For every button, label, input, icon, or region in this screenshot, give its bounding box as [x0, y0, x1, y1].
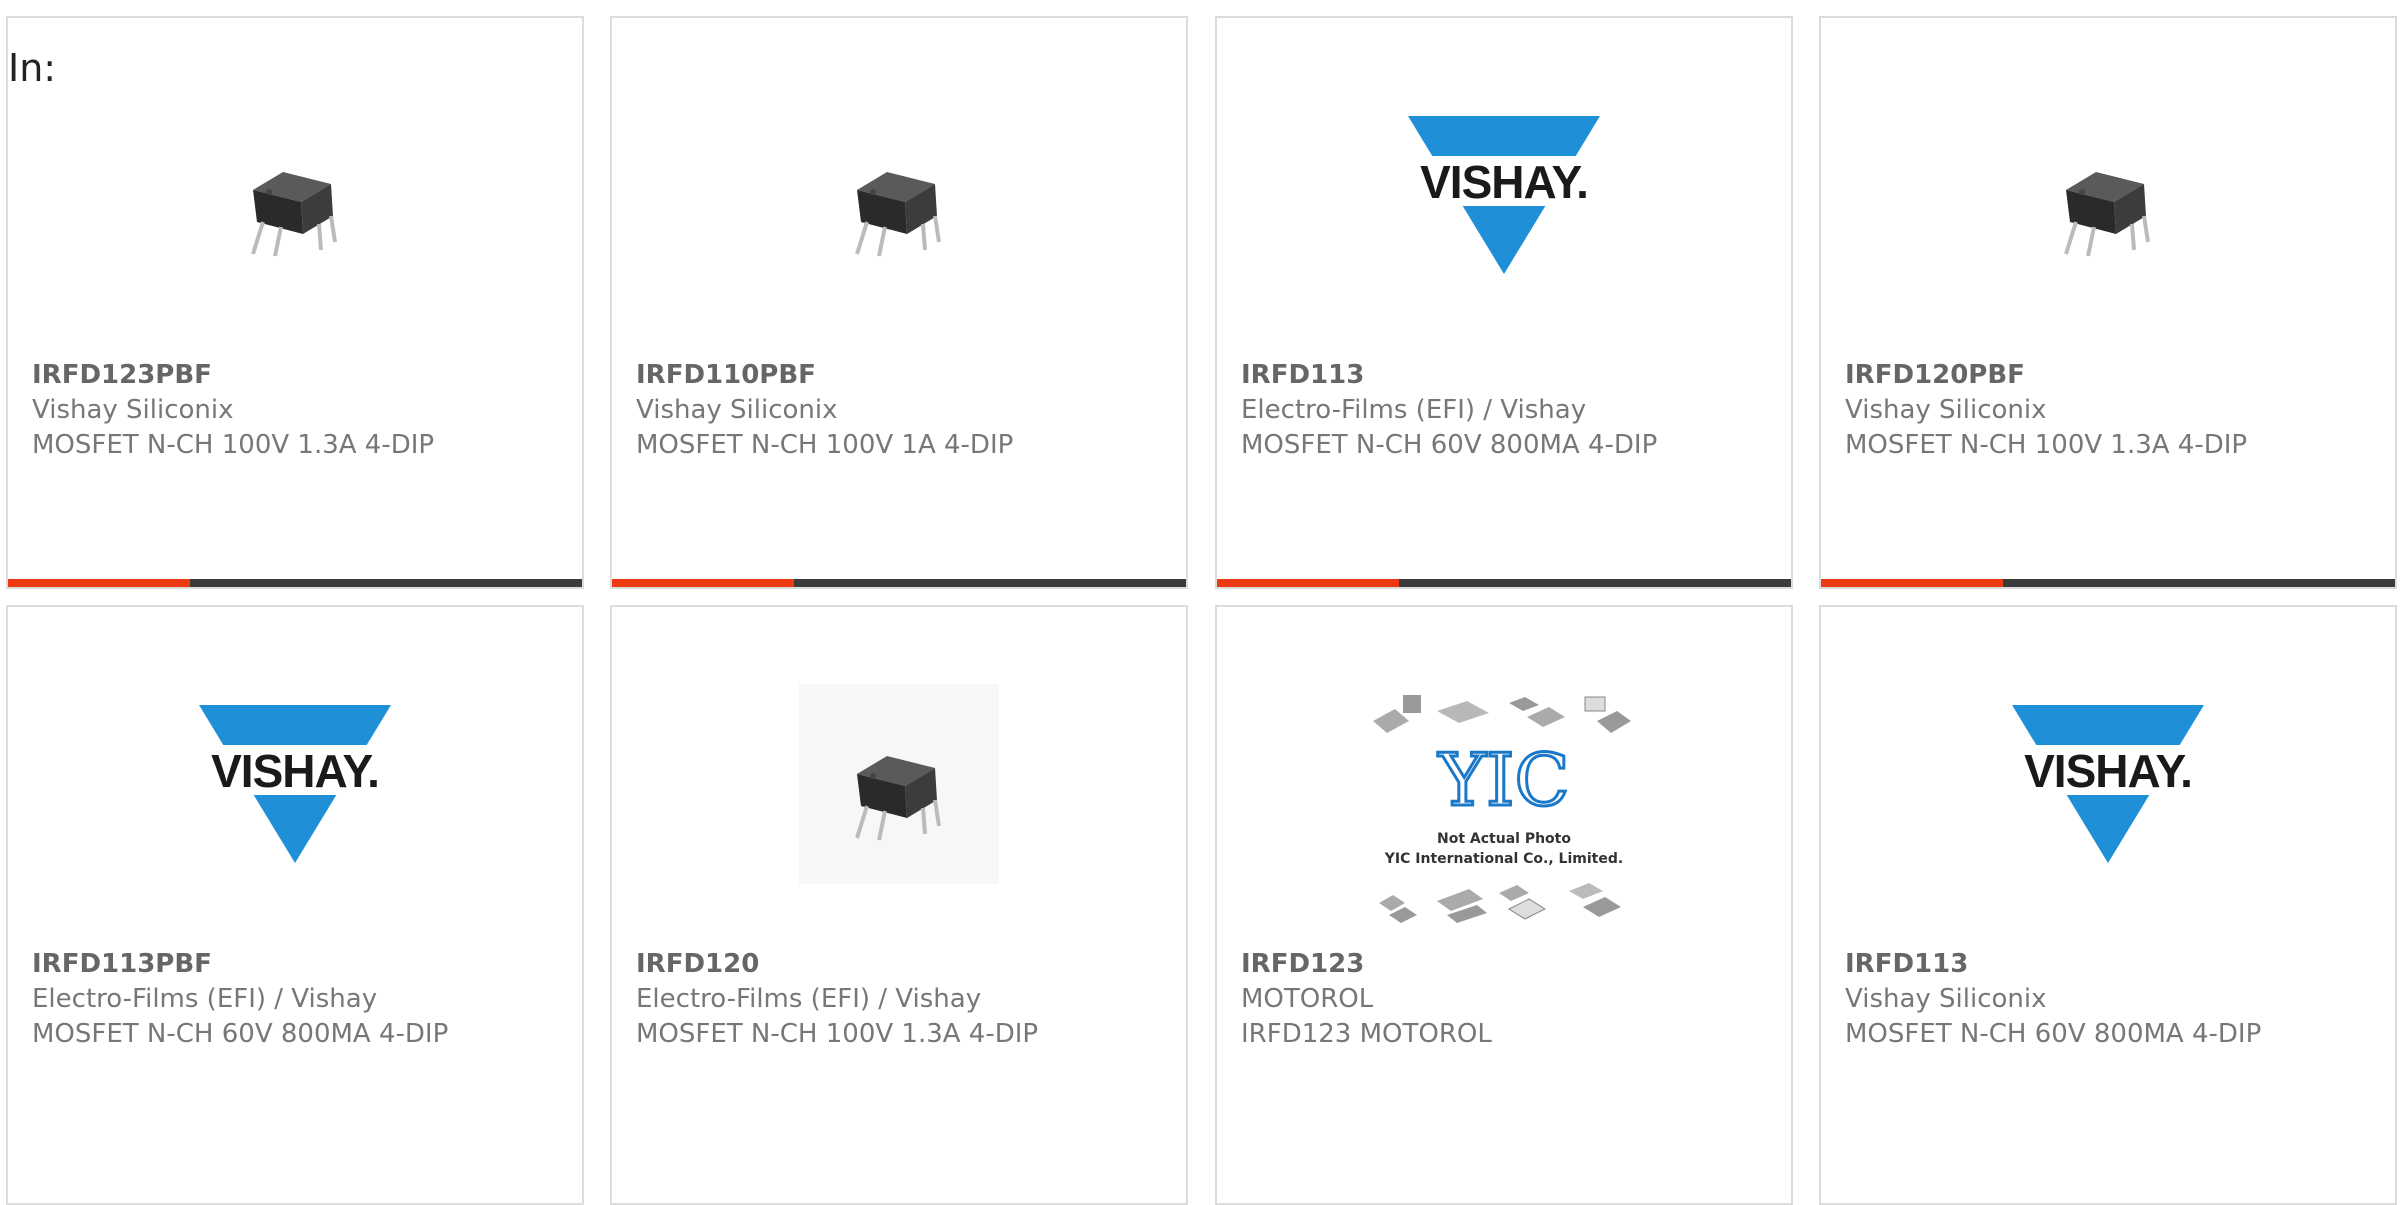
dip-chip-icon — [251, 172, 337, 257]
card-bar — [8, 579, 582, 587]
product-card[interactable]: VISHAY. IRFD113 Vishay Siliconix MOSFET … — [1819, 605, 2397, 1205]
card-bar — [1217, 579, 1791, 587]
product-image[interactable]: VISHAY. — [1821, 689, 2395, 879]
part-number[interactable]: IRFD120PBF — [1845, 358, 2247, 393]
vishay-logo: VISHAY. — [1404, 116, 1604, 274]
part-number[interactable]: IRFD120 — [636, 947, 1038, 982]
product-card[interactable]: VISHAY. IRFD113 Electro-Films (EFI) / Vi… — [1215, 16, 1793, 589]
manufacturer: MOTOROL — [1241, 984, 1374, 1014]
description: MOSFET N-CH 100V 1A 4-DIP — [636, 430, 1014, 460]
part-number[interactable]: IRFD123PBF — [32, 358, 434, 393]
logo-text: VISHAY. — [211, 745, 379, 797]
card-bar — [1821, 579, 2395, 587]
product-image[interactable]: VISHAY. — [8, 689, 582, 879]
vishay-logo: VISHAY. — [2008, 705, 2208, 863]
vishay-logo: VISHAY. — [195, 705, 395, 863]
product-image[interactable] — [1821, 100, 2395, 290]
product-card[interactable]: VISHAY. IRFD113PBF Electro-Films (EFI) /… — [6, 605, 584, 1205]
logo-text: VISHAY. — [1420, 156, 1588, 208]
dip-chip-icon — [855, 172, 941, 257]
product-image[interactable] — [612, 684, 1186, 884]
product-image[interactable] — [612, 100, 1186, 290]
product-card[interactable]: IRFD110PBF Vishay Siliconix MOSFET N-CH … — [610, 16, 1188, 589]
product-image[interactable]: VISHAY. — [1217, 100, 1791, 290]
product-image[interactable] — [8, 100, 582, 290]
card-bar-accent — [8, 579, 190, 587]
card-bar-accent — [1821, 579, 2003, 587]
part-number[interactable]: IRFD113 — [1241, 358, 1657, 393]
description: MOSFET N-CH 60V 800MA 4-DIP — [32, 1019, 449, 1049]
card-bar-accent — [612, 579, 794, 587]
description: MOSFET N-CH 60V 800MA 4-DIP — [1845, 1019, 2262, 1049]
yic-caption-1: Not Actual Photo — [1437, 831, 1571, 847]
product-card[interactable]: YIC Not Actual Photo YIC International C… — [1215, 605, 1793, 1205]
logo-text: VISHAY. — [2024, 745, 2192, 797]
manufacturer: Vishay Siliconix — [1845, 395, 2047, 425]
product-card[interactable]: IRFD120PBF Vishay Siliconix MOSFET N-CH … — [1819, 16, 2397, 589]
manufacturer: Vishay Siliconix — [32, 395, 234, 425]
yic-logo-text: YIC — [1437, 738, 1569, 822]
description: IRFD123 MOTOROL — [1241, 1019, 1492, 1049]
manufacturer: Vishay Siliconix — [636, 395, 838, 425]
description: MOSFET N-CH 60V 800MA 4-DIP — [1241, 430, 1658, 460]
part-number[interactable]: IRFD113PBF — [32, 947, 448, 982]
part-number[interactable]: IRFD110PBF — [636, 358, 1013, 393]
product-card[interactable]: IRFD120 Electro-Films (EFI) / Vishay MOS… — [610, 605, 1188, 1205]
card-bar-accent — [1217, 579, 1399, 587]
description: MOSFET N-CH 100V 1.3A 4-DIP — [636, 1019, 1039, 1049]
manufacturer: Electro-Films (EFI) / Vishay — [32, 984, 378, 1014]
product-image[interactable]: YIC Not Actual Photo YIC International C… — [1217, 693, 1791, 933]
description: MOSFET N-CH 100V 1.3A 4-DIP — [1845, 430, 2248, 460]
dip-chip-icon — [799, 684, 999, 884]
yic-caption-2: YIC International Co., Limited. — [1384, 851, 1623, 867]
manufacturer: Vishay Siliconix — [1845, 984, 2047, 1014]
manufacturer: Electro-Films (EFI) / Vishay — [636, 984, 982, 1014]
part-number[interactable]: IRFD113 — [1845, 947, 2261, 982]
yic-placeholder-image: YIC Not Actual Photo YIC International C… — [1373, 695, 1631, 923]
description: MOSFET N-CH 100V 1.3A 4-DIP — [32, 430, 435, 460]
manufacturer: Electro-Films (EFI) / Vishay — [1241, 395, 1587, 425]
part-number[interactable]: IRFD123 — [1241, 947, 1492, 982]
card-bar — [612, 579, 1186, 587]
dip-chip-icon — [2064, 172, 2150, 257]
filter-label: In: — [8, 46, 57, 90]
product-card[interactable]: IRFD123PBF Vishay Siliconix MOSFET N-CH … — [6, 16, 584, 589]
